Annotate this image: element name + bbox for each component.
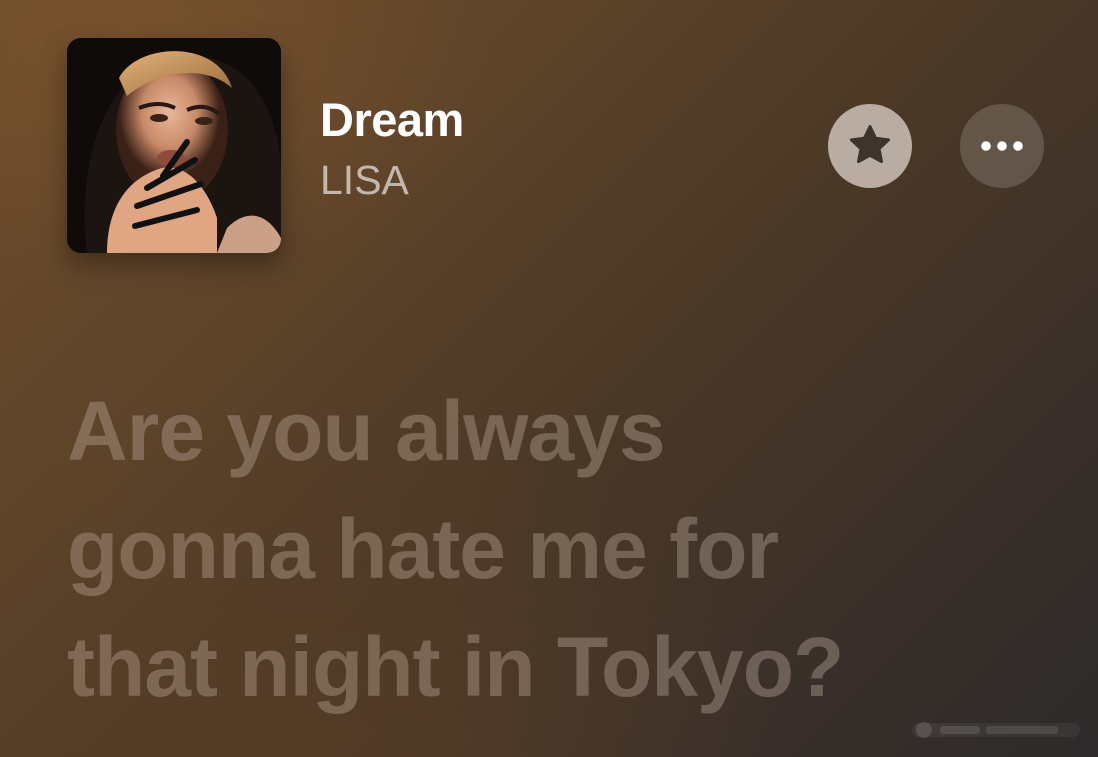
- ellipsis-icon: [981, 141, 1023, 151]
- now-playing-header: Dream LISA: [0, 0, 1098, 300]
- star-icon: [850, 125, 890, 164]
- watermark-logo: [910, 714, 1086, 746]
- favorite-button[interactable]: [828, 104, 912, 188]
- more-options-button[interactable]: [960, 104, 1044, 188]
- lyric-line-3[interactable]: that night in Tokyo?: [67, 608, 1067, 726]
- lyric-line-2[interactable]: gonna hate me for: [67, 490, 1067, 608]
- track-artist[interactable]: LISA: [320, 157, 409, 204]
- track-title[interactable]: Dream: [320, 92, 464, 147]
- album-artwork[interactable]: [67, 38, 281, 253]
- album-cover-image: [67, 38, 281, 253]
- lyrics-panel: Are you always gonna hate me for that ni…: [67, 372, 1067, 726]
- lyric-line-1[interactable]: Are you always: [67, 372, 1067, 490]
